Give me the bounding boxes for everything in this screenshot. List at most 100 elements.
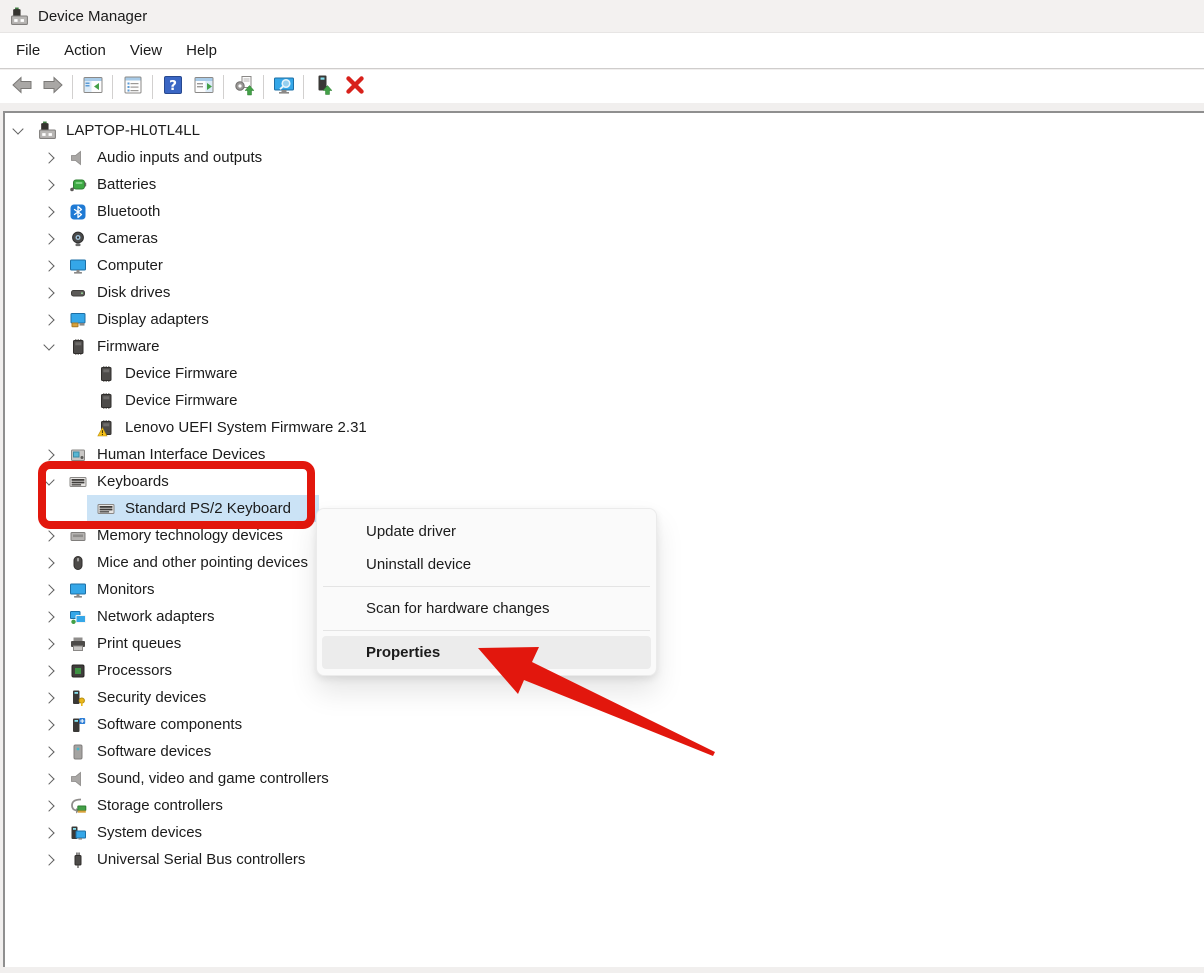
toolbar-separator [263, 74, 264, 99]
chevron-right-icon[interactable] [41, 772, 57, 785]
tree-item-batteries[interactable]: Batteries [5, 171, 1204, 198]
menu-item-file[interactable]: File [16, 42, 40, 59]
chevron-right-icon[interactable] [41, 583, 57, 596]
scan-hardware-changes-button[interactable] [268, 73, 299, 101]
chevron-right-icon[interactable] [41, 556, 57, 569]
menubar: File Action View Help [0, 33, 1204, 69]
show-console-tree-button[interactable] [77, 73, 108, 101]
chevron-right-icon[interactable] [41, 610, 57, 623]
tree-item-lenovo-uefi-system-firmware-2-31[interactable]: Lenovo UEFI System Firmware 2.31 [5, 414, 1204, 441]
chevron-right-icon[interactable] [41, 745, 57, 758]
chevron-right-icon[interactable] [41, 448, 57, 461]
tree-item-display-adapters[interactable]: Display adapters [5, 306, 1204, 333]
tree-item-label: Disk drives [97, 284, 171, 301]
tree-item-universal-serial-bus-controllers[interactable]: Universal Serial Bus controllers [5, 846, 1204, 873]
chip-warning-icon [95, 418, 117, 438]
uninstall-device-button[interactable] [339, 73, 370, 101]
tree-item-label: Bluetooth [97, 203, 161, 220]
chevron-right-icon[interactable] [41, 664, 57, 677]
chevron-right-icon[interactable] [41, 178, 57, 191]
chip-icon [95, 364, 117, 384]
uninstall-x-icon [344, 74, 366, 99]
tree-item-bluetooth[interactable]: Bluetooth [5, 198, 1204, 225]
tree-item-computer[interactable]: Computer [5, 252, 1204, 279]
battery-icon [67, 175, 89, 195]
tree-item-label: Print queues [97, 635, 182, 652]
chevron-down-icon[interactable] [10, 122, 26, 135]
enable-device-button[interactable] [308, 73, 339, 101]
chevron-right-icon[interactable] [41, 205, 57, 218]
update-driver-button[interactable] [228, 73, 259, 101]
properties-button[interactable] [117, 73, 148, 101]
context-menu-item-scan-for-hardware-changes[interactable]: Scan for hardware changes [322, 592, 651, 625]
tree-item-label: LAPTOP-HL0TL4LL [66, 122, 200, 139]
keyboard-icon [67, 472, 89, 492]
chevron-right-icon[interactable] [41, 529, 57, 542]
chevron-right-icon[interactable] [41, 286, 57, 299]
security-key-icon [67, 688, 89, 708]
show-action-pane-button[interactable] [188, 73, 219, 101]
display-adapter-icon [67, 310, 89, 330]
tree-item-label: Memory technology devices [97, 527, 283, 544]
chevron-right-icon[interactable] [41, 259, 57, 272]
keyboard-icon [95, 499, 117, 519]
bluetooth-icon [67, 202, 89, 222]
chevron-right-icon[interactable] [41, 799, 57, 812]
chevron-right-icon[interactable] [41, 637, 57, 650]
tree-item-label: Monitors [97, 581, 155, 598]
toolbar: ? [0, 70, 1204, 103]
tree-item-software-components[interactable]: Software components [5, 711, 1204, 738]
memory-icon [67, 526, 89, 546]
tree-item-storage-controllers[interactable]: Storage controllers [5, 792, 1204, 819]
toolbar-separator [303, 74, 304, 99]
help-button[interactable]: ? [157, 73, 188, 101]
tree-item-label: Display adapters [97, 311, 209, 328]
camera-icon [67, 229, 89, 249]
chevron-right-icon[interactable] [41, 826, 57, 839]
tree-item-cameras[interactable]: Cameras [5, 225, 1204, 252]
tree-item-audio-inputs-and-outputs[interactable]: Audio inputs and outputs [5, 144, 1204, 171]
tree-item-sound-video-and-game-controllers[interactable]: Sound, video and game controllers [5, 765, 1204, 792]
tree-item-label: Device Firmware [125, 365, 238, 382]
tree-item-keyboards[interactable]: Keyboards [5, 468, 1204, 495]
menu-item-action[interactable]: Action [64, 42, 106, 59]
network-icon [67, 607, 89, 627]
chevron-right-icon[interactable] [41, 313, 57, 326]
tree-item-system-devices[interactable]: System devices [5, 819, 1204, 846]
context-menu-item-update-driver[interactable]: Update driver [322, 515, 651, 548]
chevron-right-icon[interactable] [41, 232, 57, 245]
tree-item-label: Mice and other pointing devices [97, 554, 308, 571]
tree-item-disk-drives[interactable]: Disk drives [5, 279, 1204, 306]
tree-item-security-devices[interactable]: Security devices [5, 684, 1204, 711]
tree-item-laptop-hl0tl4ll[interactable]: LAPTOP-HL0TL4LL [5, 117, 1204, 144]
chip-icon [67, 337, 89, 357]
tree-item-software-devices[interactable]: Software devices [5, 738, 1204, 765]
driver-update-icon [233, 74, 255, 99]
toolbar-separator [112, 74, 113, 99]
menu-item-help[interactable]: Help [186, 42, 217, 59]
tree-item-firmware[interactable]: Firmware [5, 333, 1204, 360]
tree-item-label: Sound, video and game controllers [97, 770, 329, 787]
chevron-right-icon[interactable] [41, 151, 57, 164]
tree-item-label: System devices [97, 824, 203, 841]
chevron-down-icon[interactable] [41, 338, 57, 351]
context-menu: Update driver Uninstall device Scan for ha… [316, 508, 657, 676]
tree-item-label: Processors [97, 662, 173, 679]
context-menu-separator [323, 586, 650, 587]
context-menu-item-properties[interactable]: Properties [322, 636, 651, 669]
help-icon: ? [162, 74, 184, 99]
tree-item-human-interface-devices[interactable]: Human Interface Devices [5, 441, 1204, 468]
tree-item-label: Software devices [97, 743, 212, 760]
chevron-down-icon[interactable] [41, 473, 57, 486]
tree-item-device-firmware[interactable]: Device Firmware [5, 387, 1204, 414]
tree-item-device-firmware[interactable]: Device Firmware [5, 360, 1204, 387]
menu-item-view[interactable]: View [130, 42, 162, 59]
tree-item-label: Human Interface Devices [97, 446, 266, 463]
back-button[interactable] [6, 73, 37, 101]
chevron-right-icon[interactable] [41, 718, 57, 731]
forward-button[interactable] [37, 73, 68, 101]
software-device-icon [67, 742, 89, 762]
chevron-right-icon[interactable] [41, 691, 57, 704]
context-menu-item-uninstall-device[interactable]: Uninstall device [322, 548, 651, 581]
chevron-right-icon[interactable] [41, 853, 57, 866]
